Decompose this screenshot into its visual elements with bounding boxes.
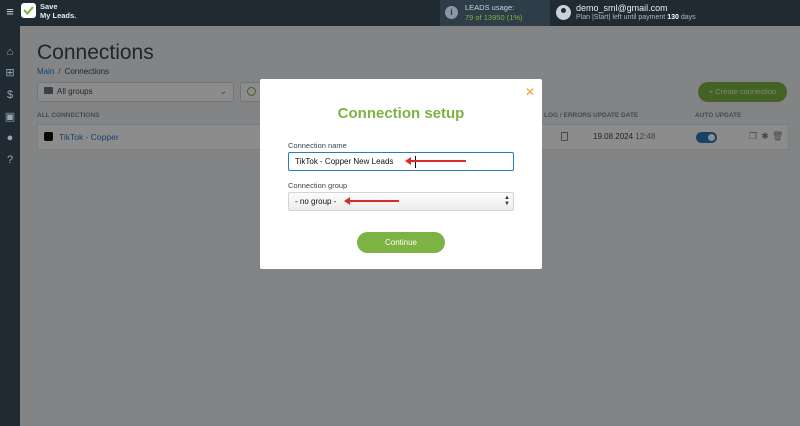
red-arrow-annotation <box>405 157 466 165</box>
leads-usage-panel: i LEADS usage: 79 of 13950 (1%) <box>440 0 550 26</box>
connection-name-value: TikTok - Copper New Leads <box>295 157 394 166</box>
logo-text[interactable]: Save My Leads. <box>40 2 76 20</box>
help-icon[interactable]: ? <box>3 153 17 167</box>
continue-button[interactable]: Continue <box>357 232 445 253</box>
connection-name-label: Connection name <box>288 141 347 150</box>
connection-group-label: Connection group <box>288 181 348 190</box>
user-avatar-icon[interactable] <box>556 5 571 20</box>
connection-setup-modal: ✕ Connection setup Connection name TikTo… <box>260 79 542 269</box>
user-icon[interactable]: ● <box>3 131 17 145</box>
home-icon[interactable]: ⌂ <box>3 45 17 59</box>
connection-name-input[interactable]: TikTok - Copper New Leads <box>288 152 514 171</box>
sitemap-icon[interactable]: ⊞ <box>3 66 17 80</box>
hamburger-icon[interactable]: ≡ <box>3 5 17 19</box>
user-email[interactable]: demo_sml@gmail.com <box>576 3 668 13</box>
modal-title: Connection setup <box>337 105 465 122</box>
top-bar: ≡ Save My Leads. i LEADS usage: 79 of 13… <box>0 0 800 26</box>
connection-group-select[interactable]: - no group - ▲ ▼ <box>288 192 514 211</box>
red-arrow-annotation <box>344 197 399 205</box>
dollar-icon[interactable]: $ <box>3 88 17 102</box>
leads-usage-count: 79 of 13950 (1%) <box>465 13 523 22</box>
sidebar: ⌂ ⊞ $ ▣ ● ? <box>0 26 20 426</box>
briefcase-icon[interactable]: ▣ <box>3 110 17 124</box>
connection-group-value: - no group - <box>295 197 337 206</box>
info-icon: i <box>445 6 458 19</box>
text-caret <box>415 156 416 168</box>
select-arrows-icon: ▲ ▼ <box>504 195 510 207</box>
logo-icon[interactable] <box>21 3 36 18</box>
plan-info: Plan |Start| left until payment 130 days <box>576 14 696 21</box>
close-icon[interactable]: ✕ <box>524 86 536 98</box>
leads-usage-label: LEADS usage: <box>465 3 515 12</box>
